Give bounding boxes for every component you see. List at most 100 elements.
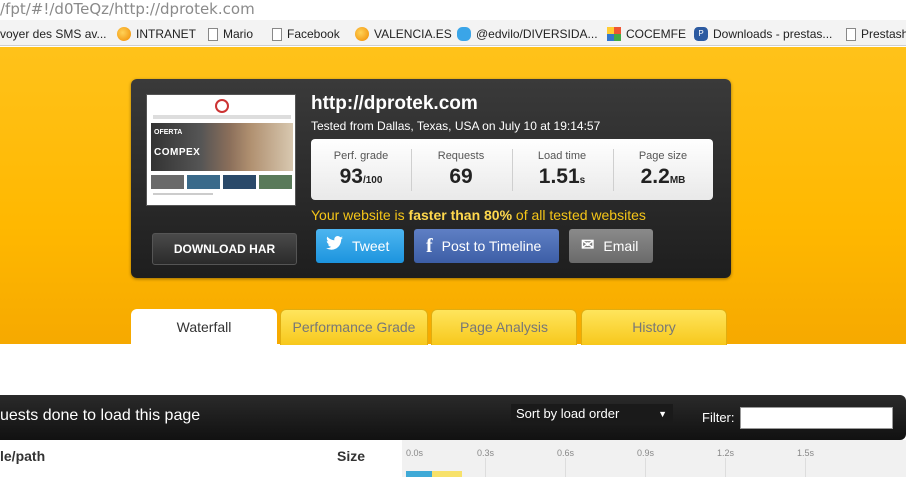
waterfall-bar-receive xyxy=(432,471,462,477)
tab-page-analysis[interactable]: Page Analysis xyxy=(431,309,577,345)
thumbnail-strip xyxy=(223,175,256,189)
bookmark-label: Facebook xyxy=(287,27,340,41)
stat-number: 69 xyxy=(449,165,473,188)
post-to-timeline-button[interactable]: f Post to Timeline xyxy=(414,229,559,263)
stat-label: Requests xyxy=(437,150,485,162)
stat-unit: s xyxy=(579,175,586,186)
bookmark-downloads[interactable]: P Downloads - prestas... xyxy=(694,26,832,42)
waterfall-bar-wait xyxy=(406,471,432,477)
site-url[interactable]: http://dprotek.com xyxy=(311,93,478,115)
address-bar[interactable]: /fpt/#!/d0TeQz/http://dprotek.com xyxy=(0,0,906,20)
email-label: Email xyxy=(603,238,639,254)
stat-requests: Requests 69 xyxy=(411,139,511,200)
requests-header: uests done to load this page Sort by loa… xyxy=(0,395,906,440)
stat-number: 93 xyxy=(339,165,363,188)
bookmark-label: voyer des SMS av... xyxy=(0,27,107,41)
result-tabs: Waterfall Performance Grade Page Analysi… xyxy=(0,309,906,345)
orange-globe-icon xyxy=(117,27,131,41)
tab-performance-grade[interactable]: Performance Grade xyxy=(280,309,428,345)
page-icon xyxy=(272,27,282,41)
thumbnail-logo xyxy=(215,99,229,113)
tweet-button[interactable]: Tweet xyxy=(316,229,404,263)
bookmarks-bar: voyer des SMS av... INTRANET Mario Faceb… xyxy=(0,20,906,46)
stat-value: 93/100 xyxy=(311,165,411,189)
orange-globe-icon xyxy=(355,27,369,41)
sort-value: Sort by load order xyxy=(516,406,620,421)
result-card: OFERTA COMPEX DOWNLOAD HAR http://dprote… xyxy=(131,79,731,278)
bookmark-label: Downloads - prestas... xyxy=(713,27,833,41)
stat-perf-grade: Perf. grade 93/100 xyxy=(311,139,411,200)
thumbnail-strip xyxy=(151,175,184,189)
faster-message: Your website is faster than 80% of all t… xyxy=(311,207,646,223)
sort-select[interactable]: Sort by load order ▼ xyxy=(511,404,673,424)
stat-label: Page size xyxy=(638,150,688,162)
requests-title: uests done to load this page xyxy=(0,407,201,424)
tick-label: 1.2s xyxy=(717,448,735,458)
tick-label: 0.6s xyxy=(557,448,575,458)
tick-line xyxy=(485,458,486,477)
stat-number: 2.2 xyxy=(640,165,670,188)
envelope-icon: ✉ xyxy=(581,237,595,254)
bookmark-label: @edvilo/DIVERSIDA... xyxy=(476,27,598,41)
filter-input[interactable] xyxy=(740,407,893,429)
bookmark-valencia[interactable]: VALENCIA.ES xyxy=(355,26,452,42)
stat-value: 69 xyxy=(411,165,511,189)
tick-line xyxy=(805,458,806,477)
prestashop-icon: P xyxy=(694,27,708,41)
filter-label: Filter: xyxy=(702,410,735,425)
thumbnail-strip xyxy=(259,175,292,189)
tick-label: 0.3s xyxy=(477,448,495,458)
tick-line xyxy=(565,458,566,477)
facebook-label: Post to Timeline xyxy=(441,238,542,254)
hero-section: OFERTA COMPEX DOWNLOAD HAR http://dprote… xyxy=(0,47,906,345)
bookmark-intranet[interactable]: INTRANET xyxy=(117,26,196,42)
bookmark-label: Prestash xyxy=(861,27,906,41)
tab-history[interactable]: History xyxy=(581,309,727,345)
page-icon xyxy=(846,27,856,41)
bookmark-edvilo[interactable]: @edvilo/DIVERSIDA... xyxy=(457,26,598,42)
tick-line xyxy=(645,458,646,477)
site-thumbnail[interactable]: OFERTA COMPEX xyxy=(146,94,296,206)
stat-load-time: Load time 1.51s xyxy=(512,139,612,200)
timeline-scale: 0.0s 0.3s 0.6s 0.9s 1.2s 1.5s xyxy=(402,440,906,477)
facebook-icon: f xyxy=(426,235,433,257)
tab-waterfall[interactable]: Waterfall xyxy=(131,309,277,345)
bookmark-facebook[interactable]: Facebook xyxy=(272,26,340,42)
bookmark-label: VALENCIA.ES xyxy=(374,27,452,41)
stat-label: Perf. grade xyxy=(333,150,389,162)
faster-post: of all tested websites xyxy=(512,207,646,223)
twitter-bird-icon xyxy=(326,229,343,263)
page-icon xyxy=(208,27,218,41)
stat-number: 1.51 xyxy=(538,165,580,188)
stats-panel: Perf. grade 93/100 Requests 69 Load time… xyxy=(311,139,713,200)
faster-pre: Your website is xyxy=(311,207,409,223)
column-size[interactable]: Size xyxy=(337,448,365,464)
faster-bold: faster than 80% xyxy=(408,207,513,223)
bookmark-mario[interactable]: Mario xyxy=(208,26,253,42)
thumbnail-strip xyxy=(187,175,220,189)
tick-label: 1.5s xyxy=(797,448,815,458)
bookmark-label: Mario xyxy=(223,27,254,41)
thumbnail-text xyxy=(153,193,213,195)
stat-value: 2.2MB xyxy=(613,165,713,189)
bookmark-sms[interactable]: voyer des SMS av... xyxy=(0,26,106,42)
stat-unit: /100 xyxy=(362,175,383,186)
thumbnail-oferta: OFERTA xyxy=(154,129,183,136)
tick-label: 0.0s xyxy=(406,448,424,458)
stat-page-size: Page size 2.2MB xyxy=(613,139,713,200)
twitter-icon xyxy=(457,27,471,41)
waterfall-column-header: le/path Size 0.0s 0.3s 0.6s 0.9s 1.2s 1.… xyxy=(0,440,906,477)
tested-info: Tested from Dallas, Texas, USA on July 1… xyxy=(311,119,601,133)
thumbnail-nav xyxy=(153,115,291,119)
bookmark-prestash[interactable]: Prestash xyxy=(846,26,906,42)
cocemfe-icon xyxy=(607,27,621,41)
download-har-button[interactable]: DOWNLOAD HAR xyxy=(152,233,297,265)
thumbnail-brand: COMPEX xyxy=(154,147,201,158)
tweet-label: Tweet xyxy=(352,238,390,254)
dropdown-arrow-icon: ▼ xyxy=(658,409,667,419)
tick-label: 0.9s xyxy=(637,448,655,458)
stat-label: Load time xyxy=(537,150,587,162)
email-button[interactable]: ✉ Email xyxy=(569,229,653,263)
bookmark-cocemfe[interactable]: COCEMFE xyxy=(607,26,686,42)
column-path[interactable]: le/path xyxy=(0,448,45,464)
